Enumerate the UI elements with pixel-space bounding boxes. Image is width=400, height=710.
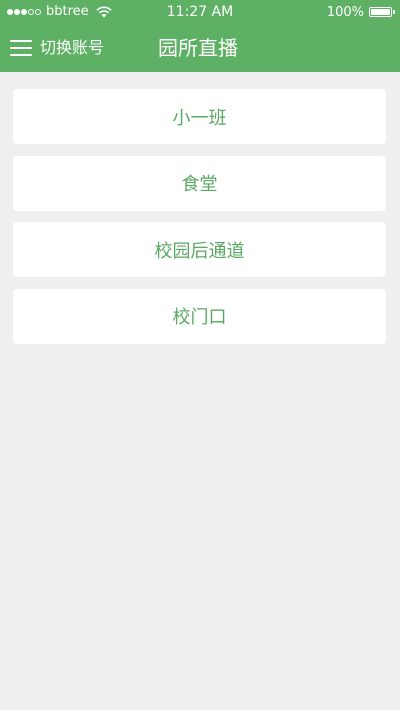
channel-list: 小一班 食堂 校园后通道 校门口 [13,89,386,355]
list-item-label: 食堂 [181,174,218,195]
battery-icon [369,7,395,17]
status-right: 100% [326,4,395,20]
list-item-label: 小一班 [172,107,227,129]
list-item-label: 校门口 [172,307,227,328]
hamburger-menu-icon[interactable] [10,40,32,56]
list-item-class-one[interactable]: 小一班 [13,89,386,144]
app-header: bbtree 11:27 AM 100% 切换账号 园所直播 [0,0,400,72]
list-item-school-gate[interactable]: 校门口 [13,288,386,344]
status-bar: bbtree 11:27 AM 100% [0,0,400,24]
list-item-back-passage[interactable]: 校园后通道 [13,222,386,277]
page-title: 园所直播 [158,36,238,60]
battery-tip [393,10,395,14]
battery-fill [371,9,390,15]
list-item-label: 校园后通道 [154,240,245,262]
list-item-canteen[interactable]: 食堂 [13,155,386,211]
switch-account-button[interactable]: 切换账号 [10,35,104,61]
battery-percentage: 100% [326,4,364,20]
nav-bar: 切换账号 园所直播 [0,24,400,72]
switch-account-label[interactable]: 切换账号 [40,35,104,61]
